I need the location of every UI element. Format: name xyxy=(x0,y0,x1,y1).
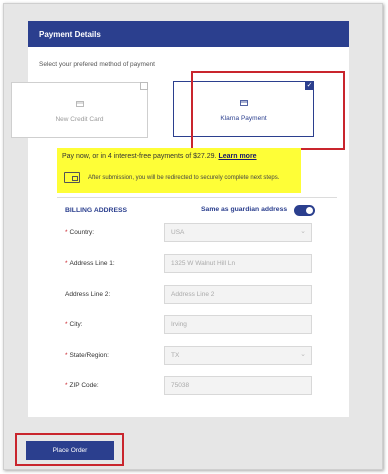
divider xyxy=(57,197,337,198)
zip-code-input[interactable]: 75038 xyxy=(164,376,312,395)
state-region-label: * State/Region: xyxy=(65,352,109,359)
toggle-knob xyxy=(306,207,313,214)
billing-address-title: BILLING ADDRESS xyxy=(65,207,128,214)
card-icon xyxy=(75,101,84,107)
learn-more-link[interactable]: Learn more xyxy=(218,153,256,160)
chevron-down-icon: ⌄ xyxy=(300,351,306,358)
country-label: * Country: xyxy=(65,229,95,236)
wallet-icon xyxy=(64,172,80,183)
state-region-select[interactable]: TX ⌄ xyxy=(164,346,312,365)
promo-text: Pay now, or in 4 interest-free payments … xyxy=(62,153,217,160)
place-order-annotation-outline xyxy=(15,433,124,466)
credit-card-label: New Credit Card xyxy=(55,116,104,123)
city-input[interactable]: Irving xyxy=(164,315,312,334)
address-line-2-label: Address Line 2: xyxy=(65,291,111,298)
payment-details-header: Payment Details xyxy=(28,21,349,47)
address-line-1-label: * Address Line 1: xyxy=(65,260,115,267)
address-line-2-input[interactable]: Address Line 2 xyxy=(164,285,312,304)
chevron-down-icon: ⌄ xyxy=(300,228,306,235)
city-label: * City: xyxy=(65,321,83,328)
address-line-1-input[interactable]: 1325 W Walnut Hill Ln xyxy=(164,254,312,273)
payment-method-prompt: Select your prefered method of payment xyxy=(39,61,155,68)
zip-code-label: * ZIP Code: xyxy=(65,382,99,389)
country-select[interactable]: USA ⌄ xyxy=(164,223,312,242)
promo-text-line: Pay now, or in 4 interest-free payments … xyxy=(62,153,257,160)
payment-method-credit-card[interactable]: New Credit Card xyxy=(11,82,148,138)
klarna-annotation-outline xyxy=(191,71,345,150)
same-as-guardian-label: Same as guardian address xyxy=(201,206,288,213)
redirect-note: After submission, you will be redirected… xyxy=(88,175,280,181)
same-as-guardian-toggle[interactable] xyxy=(294,205,315,216)
credit-card-select-checkbox[interactable] xyxy=(140,82,148,90)
klarna-promo-banner: Pay now, or in 4 interest-free payments … xyxy=(57,148,301,193)
